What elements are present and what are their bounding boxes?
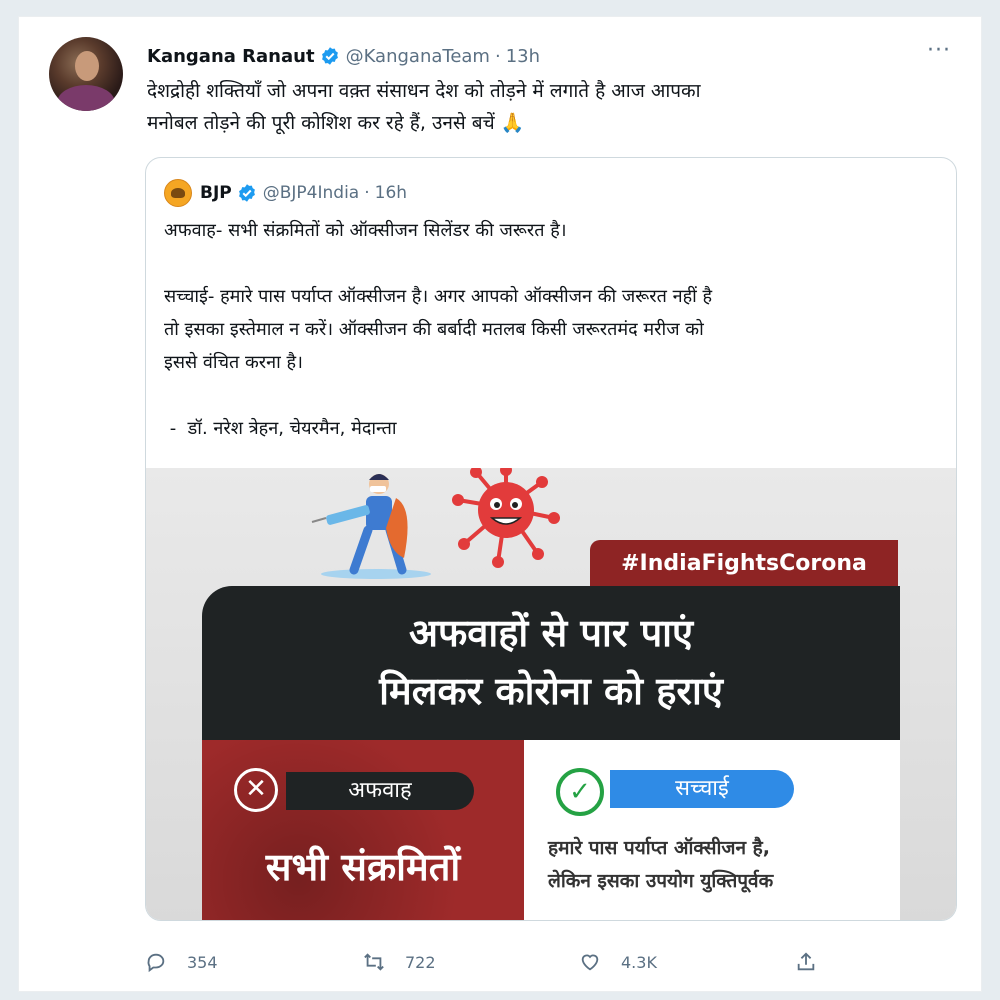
truth-text-line-1: हमारे पास पर्याप्त ऑक्सीजन है,: [548, 837, 770, 859]
quoted-avatar[interactable]: [164, 179, 192, 207]
quoted-media-image[interactable]: #IndiaFightsCorona अफवाहों से पार पाएं म…: [146, 468, 956, 920]
more-options-icon[interactable]: ···: [927, 40, 951, 62]
share-icon: [797, 952, 815, 971]
close-circle-icon: ✕: [234, 768, 278, 812]
separator-dot: ·: [364, 183, 370, 203]
rumor-label: अफवाह: [286, 772, 474, 810]
tweet-time[interactable]: 13h: [506, 46, 540, 67]
doctor-illustration: [311, 474, 431, 579]
separator-dot: ·: [494, 45, 501, 67]
quoted-time: 16h: [374, 183, 408, 203]
reply-count: 354: [187, 952, 218, 972]
lotus-icon: [171, 188, 185, 198]
quoted-handle: @BJP4India: [262, 183, 360, 203]
rumor-text: सभी संक्रमितों: [265, 845, 461, 889]
rumor-panel: ✕ अफवाह सभी संक्रमितों: [202, 740, 524, 920]
retweet-icon: [364, 953, 384, 971]
tweet-text: देशद्रोही शक्तियाँ जो अपना वक़्त संसाधन …: [147, 80, 701, 134]
tweet-actions: 354 722 4.3K: [145, 947, 845, 977]
virus-illustration: [452, 468, 560, 568]
like-button[interactable]: 4.3K: [579, 947, 657, 977]
author-handle[interactable]: @KanganaTeam: [346, 46, 490, 67]
tweet-card[interactable]: Kangana Ranaut @KanganaTeam · 13h ··· दे…: [18, 16, 982, 992]
truth-text: हमारे पास पर्याप्त ऑक्सीजन है, लेकिन इसक…: [548, 832, 888, 898]
check-circle-icon: ✓: [556, 768, 604, 816]
like-icon: [581, 954, 599, 971]
share-button[interactable]: [795, 947, 837, 977]
quoted-tweet[interactable]: BJP @BJP4India · 16h अफवाह- सभी संक्रमित…: [145, 157, 957, 921]
tweet-header: Kangana Ranaut @KanganaTeam · 13h: [147, 43, 540, 69]
avatar-face: [75, 51, 99, 81]
media-banner: अफवाहों से पार पाएं मिलकर कोरोना को हराए…: [202, 586, 900, 740]
banner-line-1: अफवाहों से पार पाएं: [408, 611, 694, 655]
verified-badge-icon: [321, 47, 338, 65]
banner-line-2: मिलकर कोरोना को हराएं: [379, 669, 723, 713]
quoted-text: अफवाह- सभी संक्रमितों को ऑक्सीजन सिलेंडर…: [164, 220, 713, 439]
quoted-header: BJP @BJP4India · 16h: [164, 179, 408, 207]
author-name[interactable]: Kangana Ranaut: [147, 46, 315, 67]
retweet-button[interactable]: 722: [363, 947, 436, 977]
truth-panel: ✓ सच्चाई हमारे पास पर्याप्त ऑक्सीजन है, …: [524, 740, 900, 920]
truth-label: सच्चाई: [610, 770, 794, 808]
quoted-author-name: BJP: [200, 183, 232, 203]
author-avatar[interactable]: [49, 37, 123, 111]
reply-icon: [147, 953, 165, 973]
like-count: 4.3K: [621, 952, 657, 972]
retweet-count: 722: [405, 952, 436, 972]
verified-badge-icon: [238, 184, 255, 202]
truth-text-line-2: लेकिन इसका उपयोग युक्तिपूर्वक: [548, 870, 774, 892]
avatar-shoulder: [57, 85, 115, 111]
reply-button[interactable]: 354: [145, 947, 218, 977]
hashtag-label: #IndiaFightsCorona: [590, 540, 898, 586]
